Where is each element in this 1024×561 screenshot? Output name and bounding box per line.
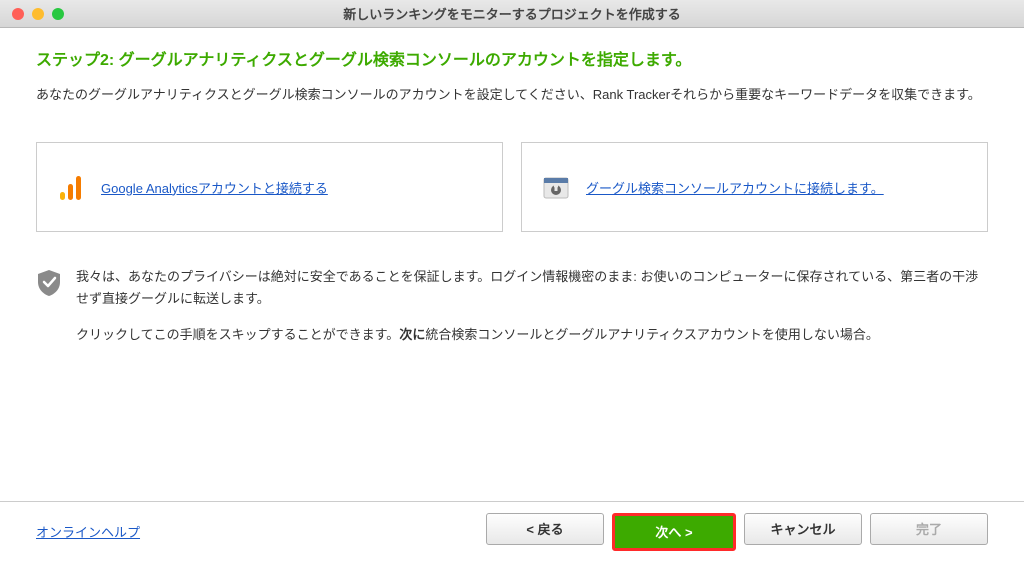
window-title: 新しいランキングをモニターするプロジェクトを作成する — [0, 4, 1024, 23]
shield-icon — [36, 268, 62, 360]
window-controls — [12, 8, 64, 20]
wizard-window: 新しいランキングをモニターするプロジェクトを作成する ステップ2: グーグルアナ… — [0, 0, 1024, 561]
search-console-connect-link[interactable]: グーグル検索コンソールアカウントに接続します。 — [586, 178, 884, 197]
footer-buttons: < 戻る 次へ > キャンセル 完了 — [486, 513, 988, 551]
minimize-icon[interactable] — [32, 8, 44, 20]
next-button[interactable]: 次へ > — [612, 513, 736, 551]
back-button[interactable]: < 戻る — [486, 513, 604, 545]
privacy-line-1: 我々は、あなたのプライバシーは絶対に安全であることを保証します。ログイン情報機密… — [76, 266, 988, 310]
close-icon[interactable] — [12, 8, 24, 20]
search-console-icon — [538, 169, 574, 205]
maximize-icon[interactable] — [52, 8, 64, 20]
analytics-connect-link[interactable]: Google Analyticsアカウントと接続する — [101, 178, 328, 197]
titlebar: 新しいランキングをモニターするプロジェクトを作成する — [0, 0, 1024, 28]
search-console-card[interactable]: グーグル検索コンソールアカウントに接続します。 — [521, 142, 988, 232]
analytics-icon — [53, 169, 89, 205]
connection-cards: Google Analyticsアカウントと接続する グーグル検索コンソールアカ… — [36, 142, 988, 232]
google-analytics-card[interactable]: Google Analyticsアカウントと接続する — [36, 142, 503, 232]
cancel-button[interactable]: キャンセル — [744, 513, 862, 545]
step-heading: ステップ2: グーグルアナリティクスとグーグル検索コンソールのアカウントを指定し… — [36, 46, 988, 70]
finish-button: 完了 — [870, 513, 988, 545]
step-description: あなたのグーグルアナリティクスとグーグル検索コンソールのアカウントを設定してくだ… — [36, 84, 988, 106]
content-area: ステップ2: グーグルアナリティクスとグーグル検索コンソールのアカウントを指定し… — [0, 28, 1024, 501]
footer: オンラインヘルプ < 戻る 次へ > キャンセル 完了 — [0, 501, 1024, 561]
privacy-text: 我々は、あなたのプライバシーは絶対に安全であることを保証します。ログイン情報機密… — [76, 266, 988, 360]
privacy-line-2: クリックしてこの手順をスキップすることができます。次に統合検索コンソールとグーグ… — [76, 324, 988, 346]
online-help-link[interactable]: オンラインヘルプ — [36, 522, 140, 541]
privacy-section: 我々は、あなたのプライバシーは絶対に安全であることを保証します。ログイン情報機密… — [36, 266, 988, 360]
